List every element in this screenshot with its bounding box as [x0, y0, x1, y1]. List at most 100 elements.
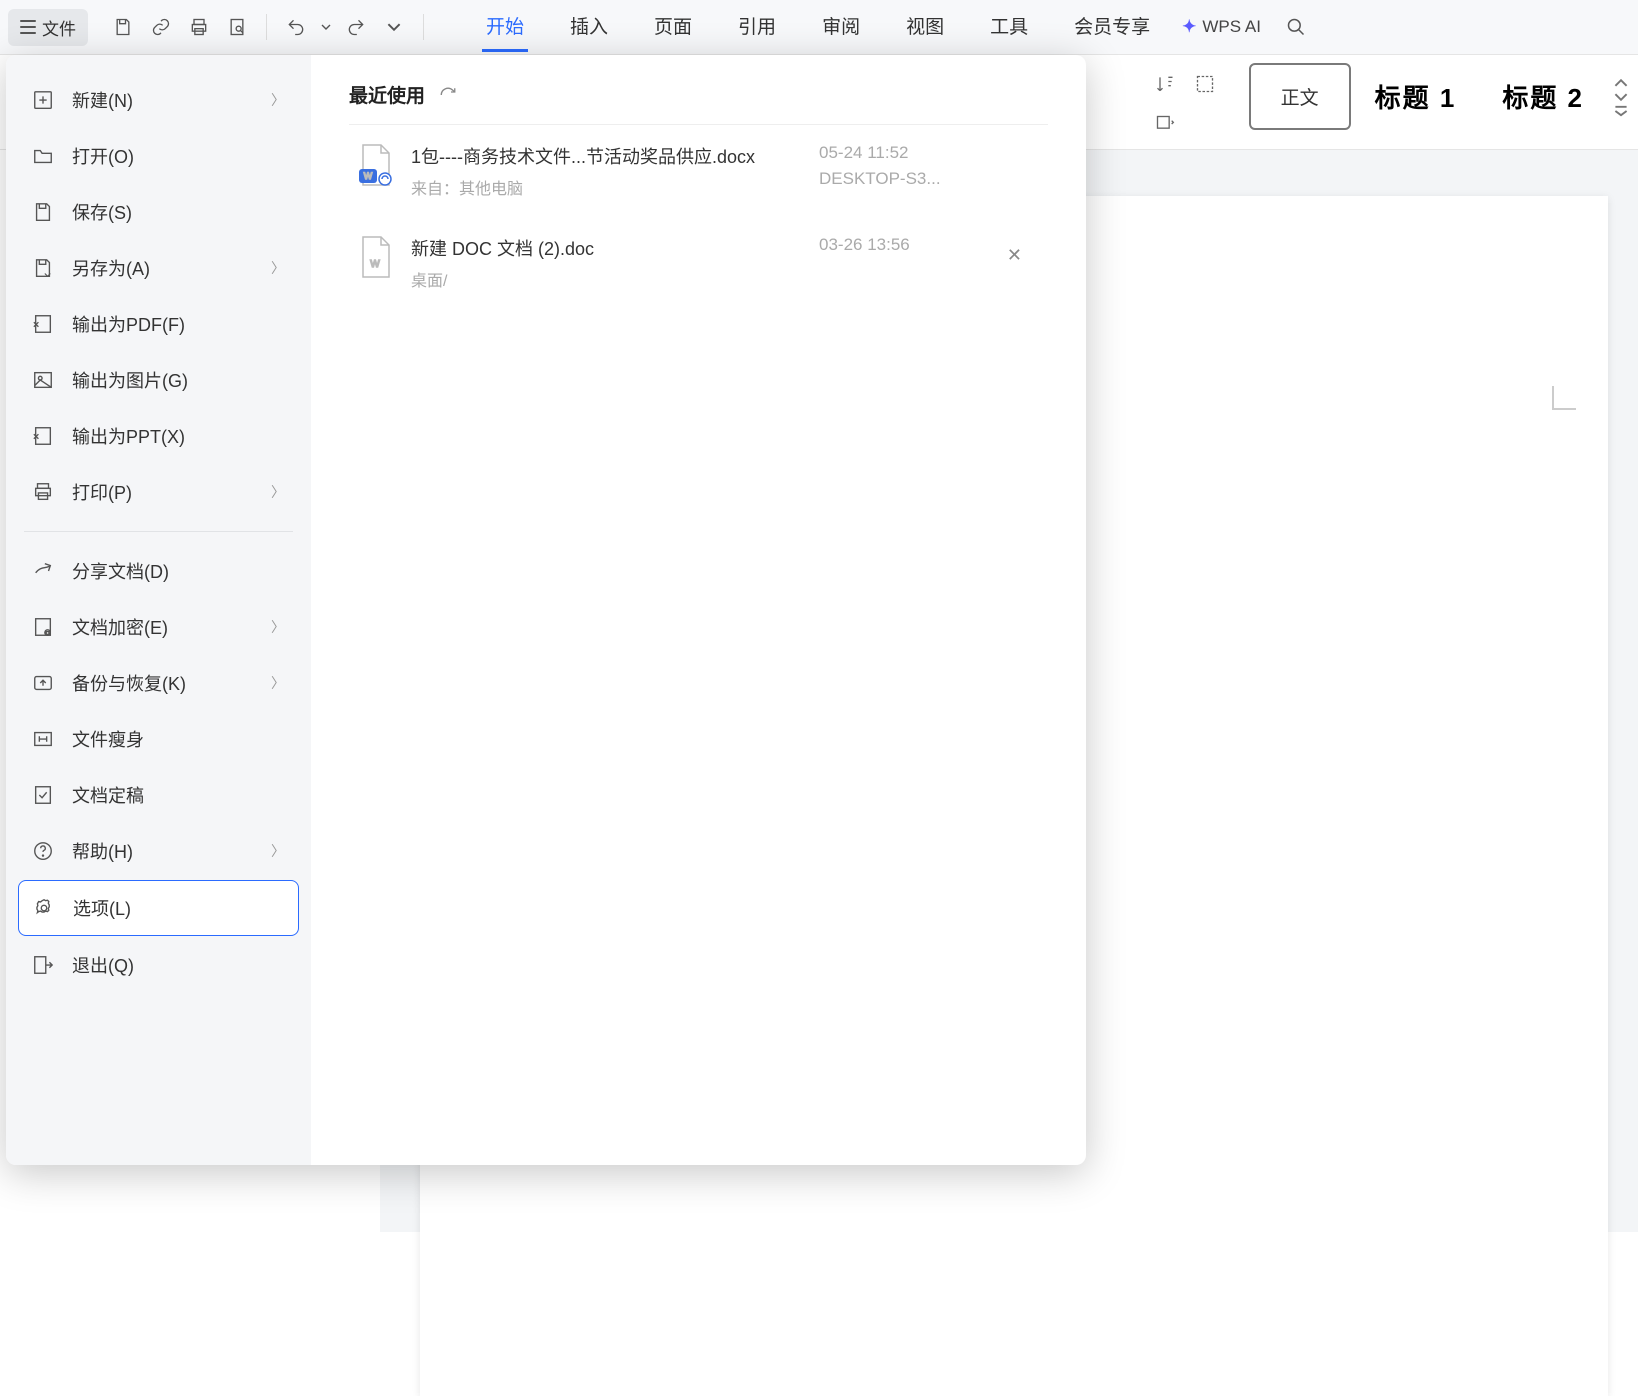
undo-dropdown-icon[interactable] [317, 10, 335, 44]
separator [423, 14, 424, 40]
tab-ref[interactable]: 引用 [734, 2, 780, 52]
tab-insert[interactable]: 插入 [566, 2, 612, 52]
chevron-right-icon: 〉 [271, 841, 285, 861]
save-icon[interactable] [106, 10, 140, 44]
select-icon[interactable] [1192, 71, 1218, 97]
undo-icon[interactable] [279, 10, 313, 44]
share-icon [32, 560, 54, 582]
ppt-icon [32, 425, 54, 447]
file-menu-item-lock[interactable]: 文档加密(E) 〉 [18, 600, 299, 654]
ribbon-tabs: 开始 插入 页面 引用 审阅 视图 工具 会员专享 [482, 2, 1154, 52]
redo-icon[interactable] [339, 10, 373, 44]
file-menu-item-exit[interactable]: 退出(Q) [18, 938, 299, 992]
file-menu-item-label: 输出为PPT(X) [72, 423, 185, 449]
file-menu-item-print[interactable]: 打印(P) 〉 [18, 465, 299, 519]
search-icon[interactable] [1279, 10, 1313, 44]
file-menu-item-pdf[interactable]: 输出为PDF(F) [18, 297, 299, 351]
wps-ai-label: WPS AI [1202, 17, 1261, 37]
file-menu-item-folder[interactable]: 打开(O) [18, 129, 299, 183]
file-menu-item-final[interactable]: 文档定稿 [18, 768, 299, 822]
recent-header: 最近使用 [349, 81, 1048, 125]
recent-file-device: DESKTOP-S3... [819, 169, 941, 189]
border-dropdown-icon[interactable] [1152, 111, 1178, 137]
recent-file-time: 03-26 13:56 [819, 235, 910, 255]
file-menu-item-label: 另存为(A) [72, 255, 150, 281]
tab-start[interactable]: 开始 [482, 2, 528, 52]
recent-file-time: 05-24 11:52 [819, 143, 908, 163]
file-menu-item-label: 打开(O) [72, 143, 134, 169]
file-menu-item-label: 退出(Q) [72, 952, 134, 978]
image-icon [32, 369, 54, 391]
recent-file-source: 桌面/ [411, 267, 594, 291]
sort-icon[interactable] [1152, 71, 1178, 97]
recent-file-name: 1包----商务技术文件...节活动奖品供应.docx [411, 143, 755, 169]
style-heading-1[interactable]: 标题 1 [1353, 68, 1479, 125]
tab-tools[interactable]: 工具 [986, 2, 1032, 52]
style-heading-2[interactable]: 标题 2 [1480, 68, 1606, 125]
recent-file-source: 来自：其他电脑 [411, 175, 755, 199]
wps-ai-button[interactable]: ✦ WPS AI [1182, 17, 1261, 37]
file-menu-item-label: 输出为PDF(F) [72, 311, 185, 337]
styles-scroll[interactable] [1614, 77, 1628, 117]
file-menu-item-saveas[interactable]: 另存为(A) 〉 [18, 241, 299, 295]
divider [24, 531, 293, 532]
file-menu-item-label: 帮助(H) [72, 838, 133, 864]
help-icon [32, 840, 54, 862]
recent-title: 最近使用 [349, 81, 425, 108]
file-menu-item-save[interactable]: 保存(S) [18, 185, 299, 239]
recent-file-name: 新建 DOC 文档 (2).doc [411, 235, 594, 261]
document-icon: W [357, 235, 393, 279]
file-menu-item-help[interactable]: 帮助(H) 〉 [18, 824, 299, 878]
top-toolbar: 文件 开始 插入 页面 引用 审阅 视图 工具 会员专享 ✦ WPS AI [0, 0, 1638, 55]
tab-view[interactable]: 视图 [902, 2, 948, 52]
hamburger-icon [20, 20, 36, 34]
file-menu-item-label: 打印(P) [72, 479, 132, 505]
final-icon [32, 784, 54, 806]
file-menu-item-label: 输出为图片(G) [72, 367, 188, 393]
lock-icon [32, 616, 54, 638]
print-icon [32, 481, 54, 503]
file-menu-button[interactable]: 文件 [8, 9, 88, 46]
file-menu-item-label: 新建(N) [72, 87, 133, 113]
file-menu-item-label: 文档定稿 [72, 782, 144, 808]
print-preview-icon[interactable] [220, 10, 254, 44]
file-menu-item-image[interactable]: 输出为图片(G) [18, 353, 299, 407]
wps-ai-logo-icon: ✦ [1182, 17, 1196, 37]
style-body[interactable]: 正文 [1249, 63, 1351, 130]
file-menu-item-label: 备份与恢复(K) [72, 670, 186, 696]
tab-page[interactable]: 页面 [650, 2, 696, 52]
file-menu-item-plus[interactable]: 新建(N) 〉 [18, 73, 299, 127]
file-menu-item-gear[interactable]: 选项(L) [18, 880, 299, 936]
link-icon[interactable] [144, 10, 178, 44]
customize-dropdown-icon[interactable] [377, 10, 411, 44]
svg-text:W: W [364, 171, 373, 181]
close-icon[interactable]: ✕ [1007, 245, 1022, 266]
file-menu-item-label: 选项(L) [73, 895, 131, 921]
saveas-icon [32, 257, 54, 279]
file-menu-item-ppt[interactable]: 输出为PPT(X) [18, 409, 299, 463]
file-label: 文件 [42, 15, 76, 40]
styles-gallery: 正文 标题 1 标题 2 [1249, 63, 1628, 130]
file-menu-item-slim[interactable]: 文件瘦身 [18, 712, 299, 766]
file-menu-item-backup[interactable]: 备份与恢复(K) 〉 [18, 656, 299, 710]
file-menu-item-label: 文档加密(E) [72, 614, 168, 640]
file-menu-item-label: 文件瘦身 [72, 726, 144, 752]
chevron-right-icon: 〉 [271, 482, 285, 502]
refresh-icon[interactable] [439, 86, 457, 104]
separator [266, 14, 267, 40]
chevron-right-icon: 〉 [271, 673, 285, 693]
tab-review[interactable]: 审阅 [818, 2, 864, 52]
chevron-right-icon: 〉 [271, 258, 285, 278]
chevron-right-icon: 〉 [271, 90, 285, 110]
chevron-right-icon: 〉 [271, 617, 285, 637]
recent-file-item[interactable]: W 新建 DOC 文档 (2).doc 桌面/03-26 13:56 ✕ [349, 217, 1048, 309]
tab-member[interactable]: 会员专享 [1070, 2, 1154, 52]
backup-icon [32, 672, 54, 694]
recent-file-item[interactable]: W 1包----商务技术文件...节活动奖品供应.docx 来自：其他电脑 05-24… [349, 125, 1048, 217]
print-icon[interactable] [182, 10, 216, 44]
page-margin-marker [1552, 386, 1576, 410]
save-icon [32, 201, 54, 223]
file-menu-content: 最近使用 W 1包----商务技术文件...节活动奖品供应.docx 来自：其他电脑… [311, 55, 1086, 1165]
pdf-icon [32, 313, 54, 335]
file-menu-item-share[interactable]: 分享文档(D) [18, 544, 299, 598]
